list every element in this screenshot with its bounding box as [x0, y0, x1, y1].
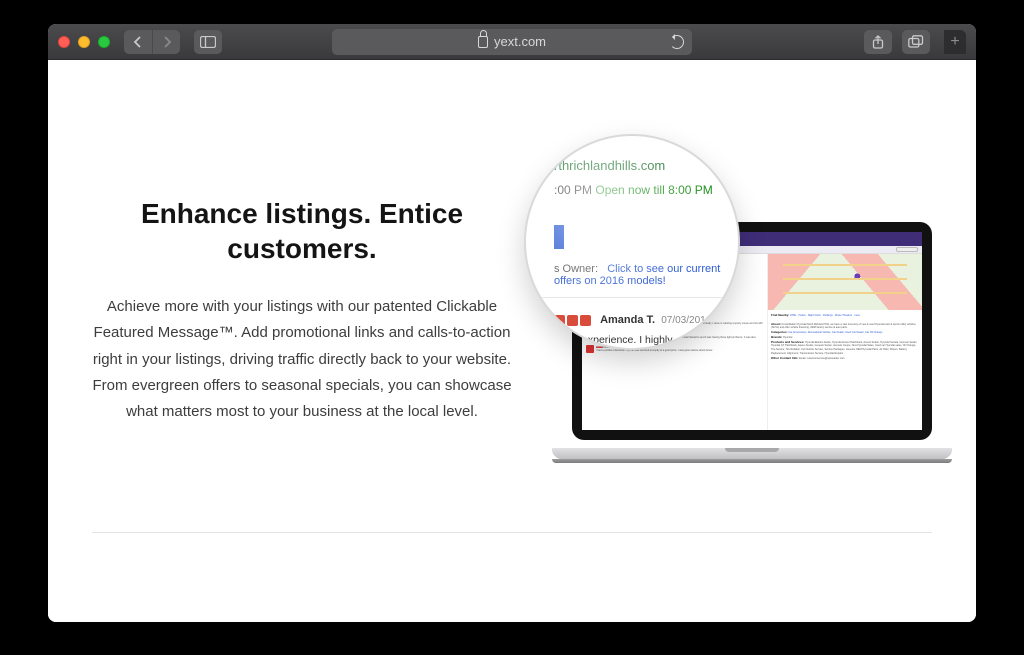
- tabs-button[interactable]: [902, 30, 930, 54]
- new-tab-button[interactable]: +: [944, 30, 966, 54]
- mag-owner-line: s Owner: Click to see our current offers…: [554, 263, 728, 287]
- reload-icon[interactable]: [670, 35, 684, 49]
- close-icon[interactable]: [58, 36, 70, 48]
- back-button[interactable]: [124, 30, 152, 54]
- zoom-icon[interactable]: [98, 36, 110, 48]
- sidebar-button[interactable]: [194, 30, 222, 54]
- magnifier-overlay: rthrichlandhills.com :00 PM Open now til…: [524, 134, 740, 350]
- section-divider: [92, 532, 932, 533]
- address-bar[interactable]: yext.com: [332, 29, 692, 55]
- mag-url: rthrichlandhills.com: [554, 158, 728, 173]
- mag-hours: :00 PM Open now till 8:00 PM: [554, 183, 728, 197]
- lock-icon: [478, 36, 488, 48]
- window-controls: [58, 36, 110, 48]
- hero-illustration: AutoNation Click to see our current offe…: [536, 140, 932, 500]
- hero-heading: Enhance listings. Entice customers.: [92, 196, 512, 266]
- page-content: Enhance listings. Entice customers. Achi…: [48, 60, 976, 622]
- listing-map: [768, 254, 922, 310]
- share-button[interactable]: [864, 30, 892, 54]
- browser-window: yext.com + Enhance listings. Entice cust…: [48, 24, 976, 622]
- signin-button: [896, 247, 918, 252]
- forward-button[interactable]: [152, 30, 180, 54]
- minimize-icon[interactable]: [78, 36, 90, 48]
- url-host: yext.com: [494, 34, 546, 49]
- nav-buttons: [124, 30, 180, 54]
- listing-logo-fragment: [554, 225, 564, 249]
- title-bar: yext.com +: [48, 24, 976, 60]
- hero-body: Achieve more with your listings with our…: [92, 294, 512, 425]
